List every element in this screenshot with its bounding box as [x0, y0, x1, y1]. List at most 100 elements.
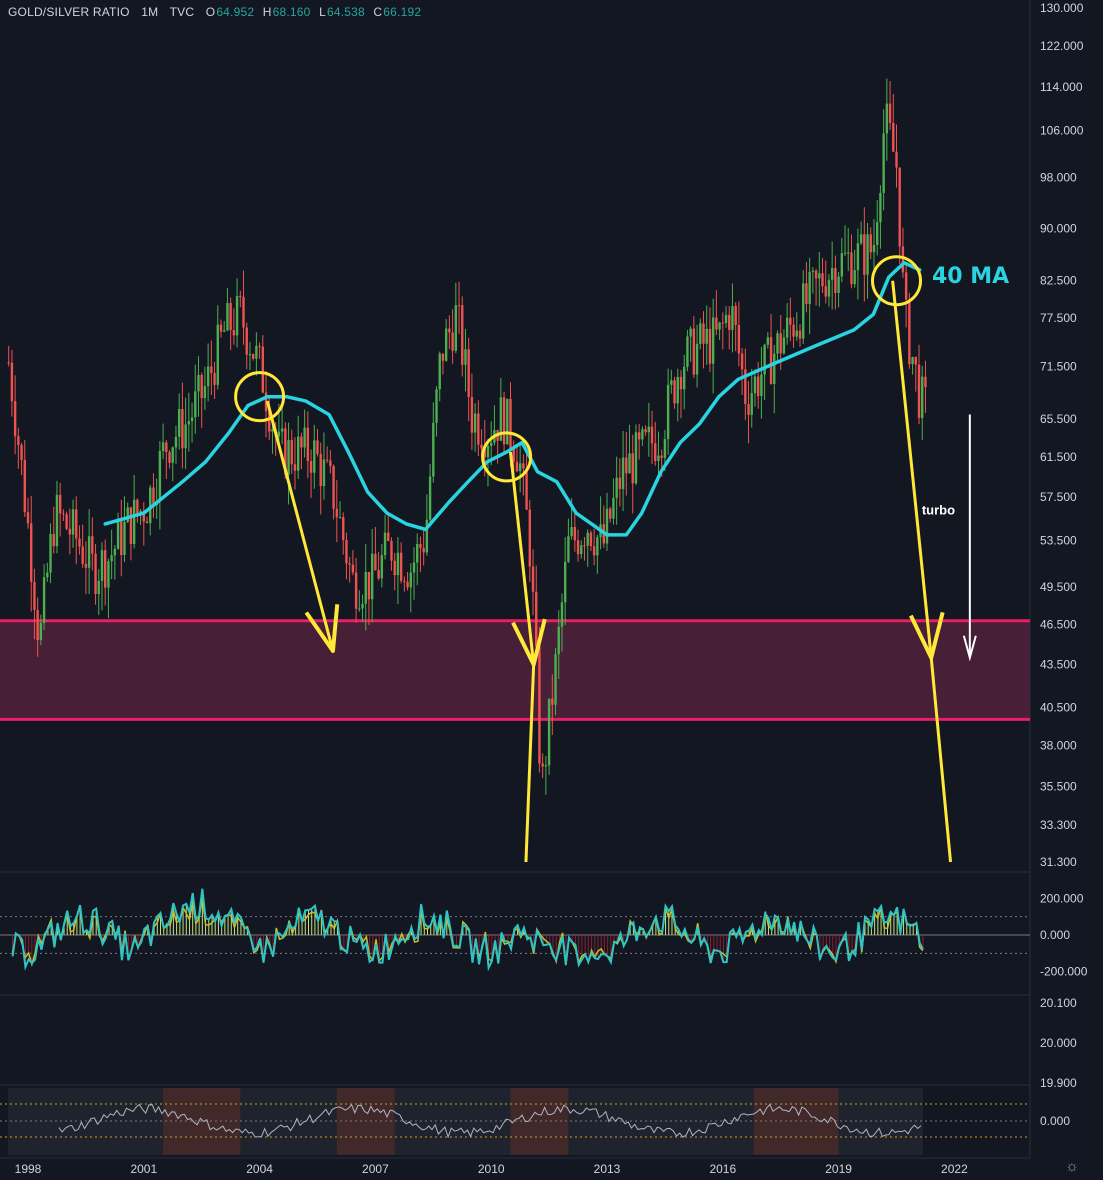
candle-up — [547, 698, 551, 766]
candle-up — [338, 517, 342, 519]
candle-down — [251, 354, 255, 359]
candle-up — [313, 440, 316, 473]
candle-up — [615, 477, 618, 498]
candle-down — [26, 512, 30, 524]
osc-tick-label: -200.000 — [1040, 965, 1088, 979]
candle-down — [84, 563, 88, 568]
candle-up — [396, 552, 400, 576]
candle-up — [695, 343, 699, 375]
candle-down — [573, 527, 577, 541]
candle-down — [33, 581, 36, 610]
candle-up — [711, 317, 715, 364]
candle-up — [785, 317, 789, 338]
candle-up — [859, 234, 863, 244]
lower-shade — [510, 1088, 569, 1155]
candle-up — [171, 447, 174, 463]
candle-up — [753, 376, 757, 394]
candle-up — [203, 386, 207, 399]
candle-up — [911, 357, 914, 365]
candle-up — [830, 268, 834, 280]
candle-up — [71, 509, 75, 535]
y-tick-label: 46.500 — [1040, 618, 1077, 632]
candle-down — [728, 314, 731, 330]
candle-down — [480, 444, 483, 449]
y-tick-label: 82.500 — [1040, 274, 1077, 288]
y-tick-label: 77.500 — [1040, 311, 1077, 325]
support-zone — [0, 620, 1030, 720]
candle-down — [589, 532, 593, 547]
candle-up — [885, 103, 889, 134]
candle-down — [136, 499, 139, 515]
candle-down — [261, 346, 265, 393]
candle-up — [322, 459, 326, 487]
candle-down — [654, 443, 657, 461]
chart-canvas[interactable]: turbo 40 MA 130.000 122.000 114.000 106.000 98… — [0, 0, 1103, 1180]
y-tick-label: 35.500 — [1040, 779, 1077, 793]
candle-down — [821, 273, 824, 287]
candle-down — [583, 545, 586, 547]
candle-up — [412, 562, 416, 573]
candle-down — [232, 330, 236, 336]
candle-down — [631, 453, 634, 484]
candle-down — [13, 401, 17, 437]
candle-up — [473, 413, 477, 433]
candle-down — [908, 299, 911, 365]
candle-up — [802, 283, 805, 339]
y-tick-label: 65.500 — [1040, 412, 1077, 426]
candle-down — [740, 353, 744, 370]
candle-down — [892, 122, 895, 152]
candle-down — [914, 357, 917, 365]
candle-up — [776, 333, 779, 354]
y-tick-label: 49.500 — [1040, 580, 1077, 594]
candle-up — [570, 527, 573, 537]
candle-up — [97, 580, 100, 594]
candle-up — [686, 336, 689, 367]
candle-down — [81, 546, 84, 564]
candle-down — [702, 323, 705, 344]
candle-down — [737, 324, 741, 354]
candle-up — [872, 244, 876, 253]
y-tick-label: 130.000 — [1040, 1, 1084, 15]
candle-down — [576, 540, 580, 555]
candle-down — [300, 436, 303, 448]
y-tick-label: 40.500 — [1040, 700, 1077, 714]
candle-up — [113, 548, 117, 556]
candle-up — [255, 345, 258, 359]
candle-up — [197, 374, 200, 392]
candle-down — [229, 303, 232, 331]
gear-icon[interactable]: ☼ — [1063, 1158, 1081, 1176]
candle-up — [190, 417, 194, 422]
x-tick-label: 2019 — [825, 1162, 852, 1176]
y-tick-label: 31.300 — [1040, 855, 1077, 869]
candle-up — [676, 376, 679, 404]
candle-down — [461, 305, 464, 365]
candle-up — [628, 453, 631, 474]
candle-up — [161, 442, 165, 452]
candle-up — [110, 555, 113, 562]
candle-up — [818, 273, 821, 279]
candle-up — [303, 427, 306, 448]
candle-up — [464, 349, 467, 365]
candle-up — [380, 555, 384, 579]
candle-up — [773, 353, 776, 384]
candle-down — [470, 396, 474, 433]
candle-up — [612, 497, 615, 519]
candle-down — [348, 563, 351, 565]
y-tick-label: 106.000 — [1040, 123, 1084, 137]
candle-down — [367, 571, 371, 600]
mid-tick-label: 20.000 — [1040, 1036, 1077, 1050]
y-tick-label: 61.500 — [1040, 450, 1077, 464]
candle-down — [457, 305, 461, 307]
candle-down — [637, 432, 641, 440]
candle-down — [258, 345, 261, 347]
candle-down — [219, 324, 223, 332]
candle-up — [657, 455, 660, 461]
y-tick-label: 122.000 — [1040, 39, 1084, 53]
candle-down — [406, 581, 409, 588]
candle-up — [364, 571, 367, 604]
candle-down — [660, 455, 663, 458]
x-tick-label: 2004 — [246, 1162, 273, 1176]
candle-up — [55, 494, 59, 547]
candle-down — [354, 572, 358, 609]
candle-up — [580, 545, 583, 555]
